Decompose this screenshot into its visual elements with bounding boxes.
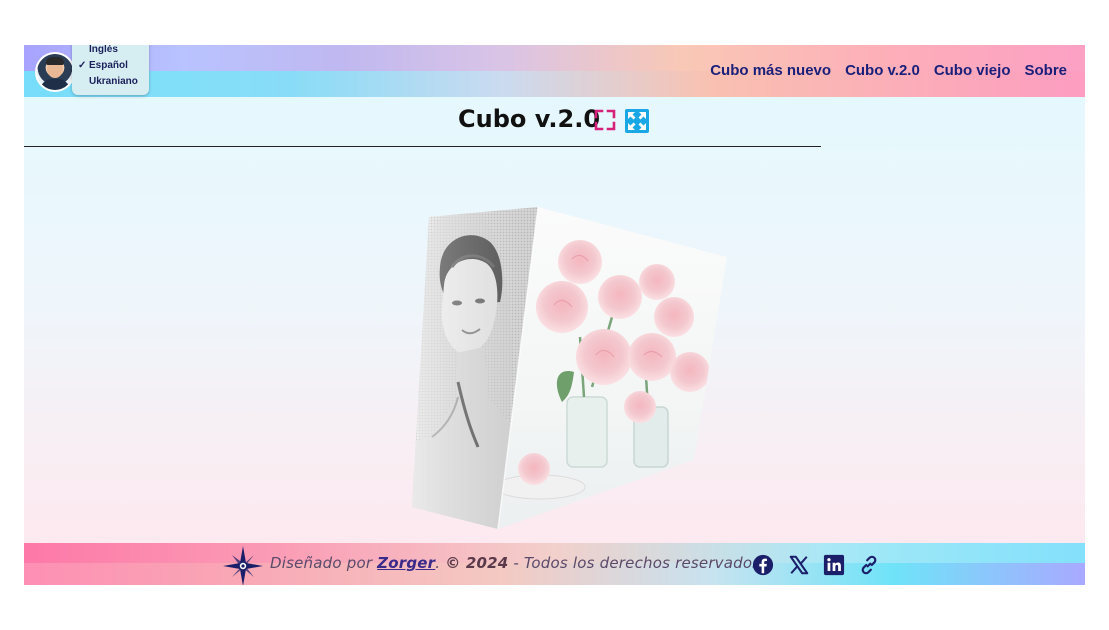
nav-link-cube-v2[interactable]: Cubo v.2.0: [845, 62, 920, 79]
copyright: © 2024: [445, 554, 509, 572]
expand-arrows-icon[interactable]: [625, 109, 649, 133]
facebook-icon[interactable]: [752, 554, 774, 576]
rights-text: - Todos los derechos reservados: [508, 554, 761, 572]
avatar[interactable]: [35, 52, 75, 92]
footer: Diseñado por Zorger. © 2024 - Todos los …: [24, 543, 1085, 585]
language-option-ukrainian[interactable]: Ukraniano: [78, 75, 138, 89]
language-label: Ukraniano: [89, 76, 138, 87]
page-frame: Inglés ✓ Español Ukraniano Cubo más nuevo…: [24, 45, 1085, 585]
photo-cube[interactable]: [412, 207, 732, 529]
main-content: Cubo v.2.0: [24, 97, 1085, 543]
header: Inglés ✓ Español Ukraniano Cubo más nuevo…: [24, 45, 1085, 97]
nav-link-old-cube[interactable]: Cubo viejo: [934, 62, 1011, 79]
nav-link-newest-cube[interactable]: Cubo más nuevo: [710, 62, 831, 79]
checkmark-icon: ✓: [78, 60, 87, 71]
title-divider: [24, 146, 821, 147]
footer-prefix: Diseñado por: [270, 554, 378, 572]
language-option-english[interactable]: Inglés: [78, 45, 118, 57]
linkedin-icon[interactable]: [823, 554, 845, 576]
page-title: Cubo v.2.0: [458, 105, 601, 133]
language-label: Español: [89, 60, 128, 71]
footer-separator: .: [435, 554, 446, 572]
avatar-hair: [46, 57, 64, 65]
fullscreen-icon[interactable]: [594, 109, 616, 131]
avatar-body: [40, 79, 70, 90]
x-icon[interactable]: [788, 554, 810, 576]
main-nav: Cubo más nuevo Cubo v.2.0 Cubo viejo Sob…: [710, 62, 1067, 79]
link-icon[interactable]: [858, 554, 880, 576]
language-label: Inglés: [89, 45, 118, 55]
language-menu: Inglés ✓ Español Ukraniano: [72, 45, 149, 95]
title-row: Cubo v.2.0: [24, 105, 1085, 139]
language-option-spanish[interactable]: ✓ Español: [78, 59, 128, 73]
compass-star-icon: [223, 546, 263, 585]
author-link[interactable]: Zorger: [377, 554, 435, 572]
footer-credits: Diseñado por Zorger. © 2024 - Todos los …: [270, 554, 760, 572]
nav-link-about[interactable]: Sobre: [1024, 62, 1067, 79]
